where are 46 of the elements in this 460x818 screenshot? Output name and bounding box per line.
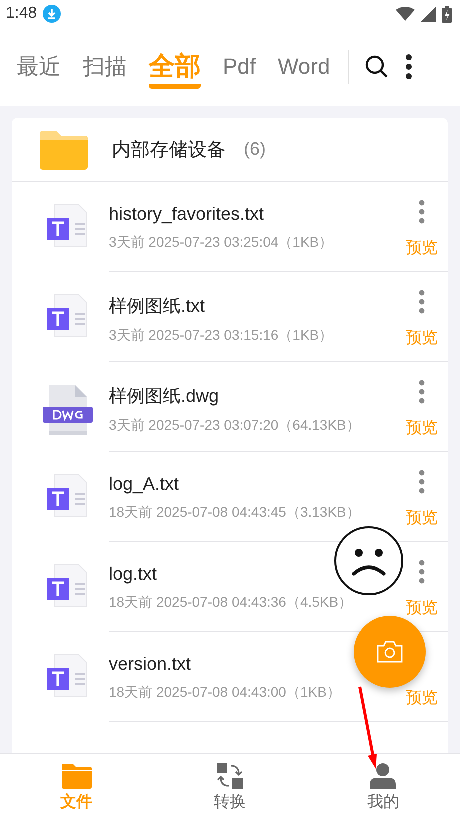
file-name: log_A.txt <box>109 474 180 495</box>
more-icon <box>405 54 414 80</box>
battery-icon <box>442 6 452 22</box>
dwg-file-icon <box>42 384 92 436</box>
search-button[interactable] <box>365 55 390 79</box>
sad-face-icon <box>334 526 404 596</box>
file-name: 样例图纸.dwg <box>109 385 220 408</box>
tab[interactable]: 最近 <box>17 45 61 89</box>
search-icon <box>365 55 390 79</box>
person-icon <box>370 763 396 789</box>
file-details: 18天前 2025-07-08 04:43:45（3.13KB） <box>109 504 362 522</box>
more-icon <box>419 470 425 494</box>
file-name: 样例图纸.txt <box>109 295 206 318</box>
more-icon <box>419 290 425 314</box>
nav-tab[interactable]: 我的 <box>306 754 460 818</box>
more-icon <box>419 560 425 584</box>
text-file-icon <box>46 294 88 338</box>
folder-icon <box>62 763 92 789</box>
more-icon <box>419 380 425 404</box>
nav-tab[interactable]: 转换 <box>153 754 307 818</box>
file-name: version.txt <box>109 654 192 675</box>
more-icon <box>419 200 425 224</box>
text-file-icon <box>46 474 88 518</box>
file-details: 18天前 2025-07-08 04:43:00（1KB） <box>109 684 342 702</box>
file-details: 3天前 2025-07-23 03:07:20（64.13KB） <box>109 417 362 435</box>
folder-icon <box>40 130 88 170</box>
convert-icon <box>216 763 243 789</box>
text-file-icon <box>46 654 88 698</box>
tab[interactable]: Pdf <box>223 45 256 89</box>
camera-icon <box>377 641 403 663</box>
item-count: (6) <box>244 139 266 160</box>
text-file-icon <box>46 564 88 608</box>
clock: 1:48 <box>6 5 38 23</box>
wifi-icon <box>396 7 415 21</box>
tab[interactable]: 扫描 <box>83 45 127 89</box>
file-details: 18天前 2025-07-08 04:43:36（4.5KB） <box>109 594 354 612</box>
text-file-icon <box>46 204 88 248</box>
file-details: 3天前 2025-07-23 03:25:04（1KB） <box>109 234 334 252</box>
download-icon <box>43 5 62 23</box>
file-name: history_favorites.txt <box>109 204 266 225</box>
folder-name: 内部存储设备 <box>112 138 226 162</box>
file-name: log.txt <box>109 564 158 585</box>
tab[interactable]: Word <box>278 45 330 89</box>
file-details: 3天前 2025-07-23 03:15:16（1KB） <box>109 327 334 345</box>
more-button[interactable] <box>405 54 414 80</box>
signal-icon <box>421 6 436 22</box>
